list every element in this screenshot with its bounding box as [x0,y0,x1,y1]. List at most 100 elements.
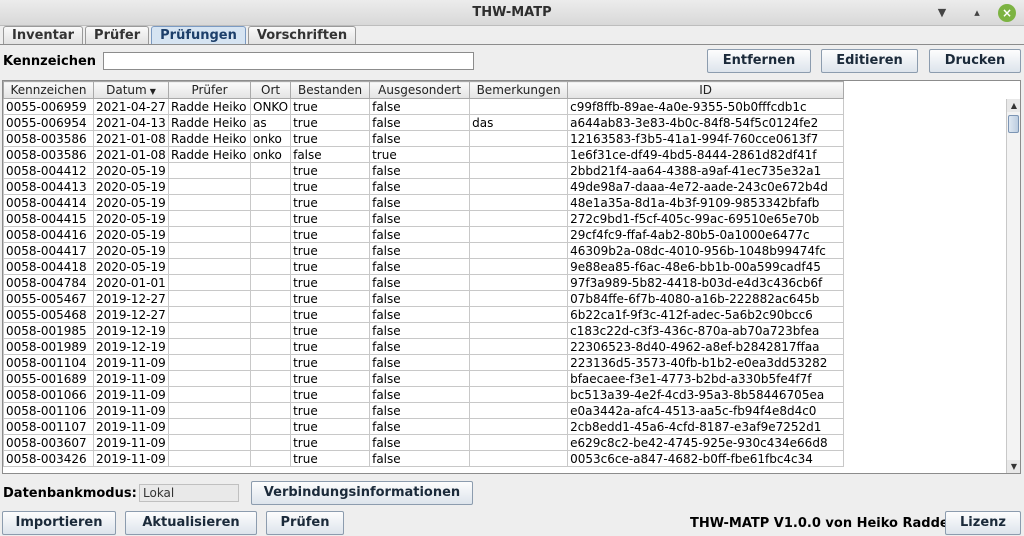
scroll-up-icon[interactable]: ▲ [1007,99,1020,112]
check-button[interactable]: Prüfen [266,511,344,535]
table-cell: 2020-05-19 [93,178,169,195]
table-row[interactable]: 0055-006954 2021-04-13 Radde Heiko as true fa… [3,114,845,131]
table-row[interactable]: 0058-001106 2019-11-09 true false e0a3442a-a… [3,402,845,419]
table-cell: 2020-05-19 [93,210,169,227]
table-row[interactable]: 0058-004415 2020-05-19 true false 272c9bd1-f… [3,210,845,227]
table-cell: 0058-003586 [3,146,94,163]
scroll-thumb[interactable] [1008,115,1019,133]
table-cell: 48e1a35a-8d1a-4b3f-9109-9853342bfafb [567,194,845,211]
table-cell: 2021-01-08 [93,146,169,163]
table-cell [469,402,569,419]
tab-pruefungen[interactable]: Prüfungen [151,26,246,45]
table-cell: true [290,210,371,227]
table-cell: false [369,114,471,131]
refresh-button[interactable]: Aktualisieren [125,511,257,535]
table-row[interactable]: 0058-004412 2020-05-19 true false 2bbd21f4-a… [3,162,845,179]
column-header[interactable]: Prüfer [168,81,251,99]
table-row[interactable]: 0055-005468 2019-12-27 true false 6b22ca1f-9… [3,306,845,323]
table-cell: false [369,242,471,259]
table-row[interactable]: 0058-003586 2021-01-08 Radde Heiko onko true… [3,130,845,147]
maximize-icon[interactable]: ▴ [968,4,986,22]
table-row[interactable]: 0058-004416 2020-05-19 true false 29cf4fc9-f… [3,226,845,243]
edit-button[interactable]: Editieren [821,49,918,73]
table-cell: 0058-001989 [3,338,94,355]
table-cell: 2019-11-09 [93,450,169,467]
scroll-down-icon[interactable]: ▼ [1007,460,1020,473]
print-button[interactable]: Drucken [929,49,1021,73]
table-row[interactable]: 0058-004414 2020-05-19 true false 48e1a35a-8… [3,194,845,211]
table-cell: true [290,258,371,275]
table-cell: c183c22d-c3f3-436c-870a-ab70a723bfea [567,322,845,339]
table-cell: false [369,162,471,179]
table-cell: 0053c6ce-a847-4682-b0ff-fbe61fbc4c34 [567,450,845,467]
remove-button[interactable]: Entfernen [707,49,811,73]
table-cell: true [290,242,371,259]
table-cell: c99f8ffb-89ae-4a0e-9355-50b0fffcdb1c [567,98,845,115]
table-row[interactable]: 0055-006959 2021-04-27 Radde Heiko ONKO true… [3,98,845,115]
column-header[interactable]: Kennzeichen [3,81,94,99]
table-cell: 1e6f31ce-df49-4bd5-8444-2861d82df41f [567,146,845,163]
tab-inventar[interactable]: Inventar [3,26,84,45]
table-cell: true [290,290,371,307]
table-row[interactable]: 0058-004417 2020-05-19 true false 46309b2a-0… [3,242,845,259]
column-header[interactable]: Datum ▼ [93,81,169,99]
table-cell [469,306,569,323]
column-header[interactable]: ID [567,81,845,99]
table-row[interactable]: 0058-001989 2019-12-19 true false 22306523-8… [3,338,845,355]
table-cell: true [290,194,371,211]
column-header[interactable]: Bestanden [290,81,371,99]
chevron-down-icon[interactable]: ▼ [933,4,951,22]
table-cell: 2bbd21f4-aa64-4388-a9af-41ec735e32a1 [567,162,845,179]
table-cell: 2019-12-27 [93,306,169,323]
table-row[interactable]: 0058-001104 2019-11-09 true false 223136d5-3… [3,354,845,371]
connection-info-button[interactable]: Verbindungsinformationen [251,481,473,505]
table-cell [469,450,569,467]
table-cell [168,210,251,227]
table-cell: true [290,98,371,115]
table-cell: true [290,130,371,147]
table-cell: 2019-11-09 [93,402,169,419]
table-cell: false [369,322,471,339]
vertical-scrollbar[interactable]: ▲ ▼ [1006,99,1020,473]
table-cell: Radde Heiko [168,114,251,131]
table-cell: a644ab83-3e83-4b0c-84f8-54f5c0124fe2 [567,114,845,131]
table-cell [249,226,292,243]
table-cell: 2019-11-09 [93,370,169,387]
table-row[interactable]: 0058-001107 2019-11-09 true false 2cb8edd1-4… [3,418,845,435]
table-row[interactable]: 0058-001066 2019-11-09 true false bc513a39-4… [3,386,845,403]
close-icon[interactable]: × [998,4,1016,22]
table-row[interactable]: 0058-003426 2019-11-09 true false 0053c6ce-a… [3,450,845,467]
table-cell: 0058-001985 [3,322,94,339]
search-input[interactable] [103,52,474,70]
table-row[interactable]: 0058-003607 2019-11-09 true false e629c8c2-b… [3,434,845,451]
table-row[interactable]: 0058-004418 2020-05-19 true false 9e88ea85-f… [3,258,845,275]
table-cell: onko [249,146,292,163]
table-row[interactable]: 0058-004784 2020-01-01 true false 97f3a989-5… [3,274,845,291]
table-cell [469,194,569,211]
table-cell: false [369,386,471,403]
table-cell: 0058-004418 [3,258,94,275]
table-row[interactable]: 0055-005467 2019-12-27 true false 07b84ffe-6… [3,290,845,307]
search-label: Kennzeichen [3,54,97,69]
table-row[interactable]: 0058-003586 2021-01-08 Radde Heiko onko fals… [3,146,845,163]
table-row[interactable]: 0058-004413 2020-05-19 true false 49de98a7-d… [3,178,845,195]
table-cell: 22306523-8d40-4962-a8ef-b2842817ffaa [567,338,845,355]
table-cell [249,418,292,435]
table-cell [469,162,569,179]
table-cell [168,306,251,323]
column-header[interactable]: Bemerkungen [469,81,569,99]
tab-vorschriften[interactable]: Vorschriften [247,26,357,45]
table-cell: true [290,178,371,195]
table-cell: true [290,402,371,419]
table-cell: 2020-05-19 [93,226,169,243]
table-cell: 2020-05-19 [93,194,169,211]
license-button[interactable]: Lizenz [945,511,1021,535]
table-row[interactable]: 0055-001689 2019-11-09 true false bfaecaee-f… [3,370,845,387]
import-button[interactable]: Importieren [2,511,116,535]
table-row[interactable]: 0058-001985 2019-12-19 true false c183c22d-c… [3,322,845,339]
table-cell [469,354,569,371]
table-cell [469,258,569,275]
column-header[interactable]: Ausgesondert [369,81,471,99]
column-header[interactable]: Ort [249,81,292,99]
tab-pruefer[interactable]: Prüfer [85,26,150,45]
